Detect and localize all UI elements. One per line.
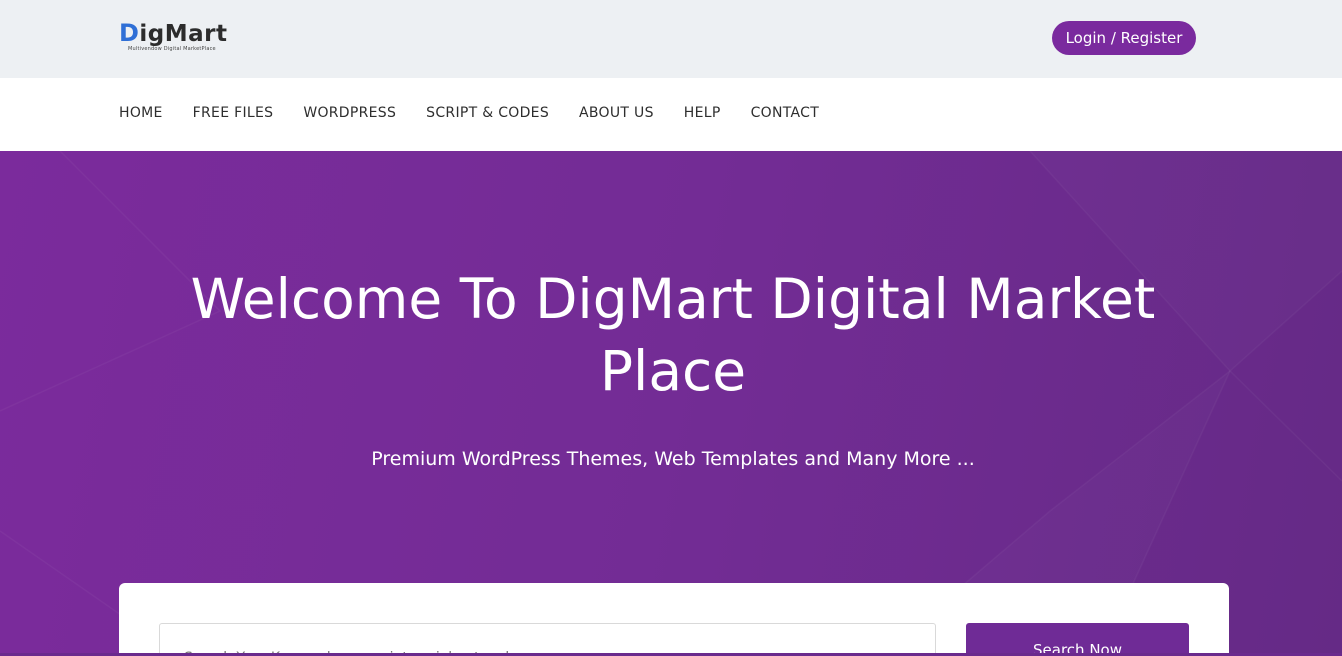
hero-title: Welcome To DigMart Digital Market Place bbox=[190, 267, 1156, 403]
nav-item-contact[interactable]: CONTACT bbox=[751, 105, 820, 121]
nav-item-about-us[interactable]: ABOUT US bbox=[579, 105, 654, 121]
search-now-button[interactable]: Search Now bbox=[966, 623, 1189, 656]
top-header: DigMart Multivendow Digital MarketPlace … bbox=[0, 0, 1342, 78]
search-input[interactable] bbox=[159, 623, 936, 656]
nav-item-free-files[interactable]: FREE FILES bbox=[193, 105, 274, 121]
main-navigation: HOME FREE FILES WORDPRESS SCRIPT & CODES… bbox=[0, 78, 1342, 151]
search-card: Search Now bbox=[119, 583, 1229, 656]
nav-list: HOME FREE FILES WORDPRESS SCRIPT & CODES… bbox=[119, 105, 849, 121]
logo-wordmark: DigMart bbox=[119, 20, 259, 47]
nav-item-script-codes[interactable]: SCRIPT & CODES bbox=[426, 105, 549, 121]
nav-item-help[interactable]: HELP bbox=[684, 105, 721, 121]
nav-item-home[interactable]: HOME bbox=[119, 105, 163, 121]
nav-item-wordpress[interactable]: WORDPRESS bbox=[303, 105, 396, 121]
logo-tagline: Multivendow Digital MarketPlace bbox=[128, 46, 216, 52]
site-logo[interactable]: DigMart Multivendow Digital MarketPlace bbox=[119, 20, 259, 60]
hero-banner: Welcome To DigMart Digital Market Place … bbox=[0, 151, 1342, 656]
logo-letter-d: D bbox=[119, 19, 140, 47]
hero-subtitle: Premium WordPress Themes, Web Templates … bbox=[371, 448, 975, 470]
logo-text: igMart bbox=[139, 21, 228, 47]
login-register-button[interactable]: Login / Register bbox=[1052, 21, 1196, 55]
